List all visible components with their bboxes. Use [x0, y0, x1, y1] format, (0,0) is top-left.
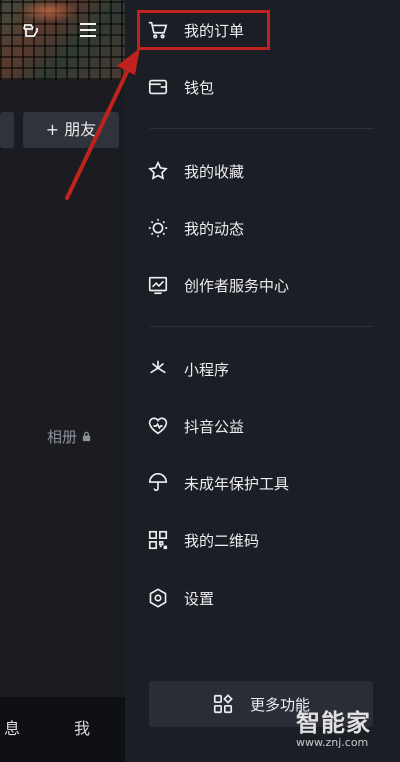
menu-label-charity: 抖音公益	[184, 417, 245, 436]
menu-label-creator: 创作者服务中心	[184, 276, 290, 295]
profile-banner	[0, 0, 125, 80]
menu-item-activity[interactable]: 我的动态	[147, 213, 244, 243]
tab-partial[interactable]	[0, 112, 14, 148]
menu-label-activity: 我的动态	[184, 219, 245, 238]
menu-item-creator[interactable]: 创作者服务中心	[147, 270, 289, 300]
watermark-url: www.znj.com	[296, 736, 369, 749]
chart-icon	[148, 276, 168, 295]
highlight-box	[137, 10, 270, 50]
menu-item-minor[interactable]: 未成年保护工具	[147, 468, 289, 498]
menu-item-wallet[interactable]: 钱包	[147, 72, 214, 102]
menu-label-miniprogram: 小程序	[184, 360, 230, 379]
menu-item-miniprogram[interactable]: 小程序	[147, 354, 229, 384]
add-friend-button[interactable]: + 朋友	[23, 112, 119, 148]
divider	[150, 326, 374, 327]
gear-icon	[149, 588, 167, 608]
menu-item-favorites[interactable]: 我的收藏	[147, 156, 244, 186]
grid-icon	[213, 694, 233, 714]
menu-item-settings[interactable]: 设置	[147, 583, 214, 613]
menu-icon[interactable]	[76, 18, 100, 42]
nav-me[interactable]: 我	[74, 715, 90, 739]
profile-background: + 朋友 相册 息 我	[0, 0, 125, 762]
menu-item-qrcode[interactable]: 我的二维码	[147, 525, 259, 555]
menu-label-favorites: 我的收藏	[184, 162, 245, 181]
watermark-logo: 智能家	[296, 709, 371, 737]
umbrella-icon	[148, 473, 168, 492]
qr-icon	[148, 530, 168, 550]
menu-label-wallet: 钱包	[184, 78, 215, 97]
menu-label-settings: 设置	[184, 589, 215, 608]
wallet-icon	[148, 79, 168, 95]
star-icon	[148, 160, 168, 180]
nav-messages[interactable]: 息	[4, 715, 20, 739]
sun-icon	[148, 218, 168, 238]
lock-icon	[82, 431, 91, 442]
album-label[interactable]: 相册	[47, 426, 92, 447]
heart-icon	[148, 417, 168, 435]
divider	[150, 128, 374, 129]
album-text: 相册	[47, 428, 78, 446]
bottom-nav: 息 我	[0, 697, 125, 762]
watermark: 智能家 www.znj.com	[296, 703, 371, 749]
mini-program-icon	[150, 360, 166, 374]
menu-label-minor: 未成年保护工具	[184, 474, 290, 493]
menu-item-charity[interactable]: 抖音公益	[147, 411, 244, 441]
hand-icon[interactable]	[20, 18, 44, 42]
menu-label-qrcode: 我的二维码	[184, 531, 260, 550]
